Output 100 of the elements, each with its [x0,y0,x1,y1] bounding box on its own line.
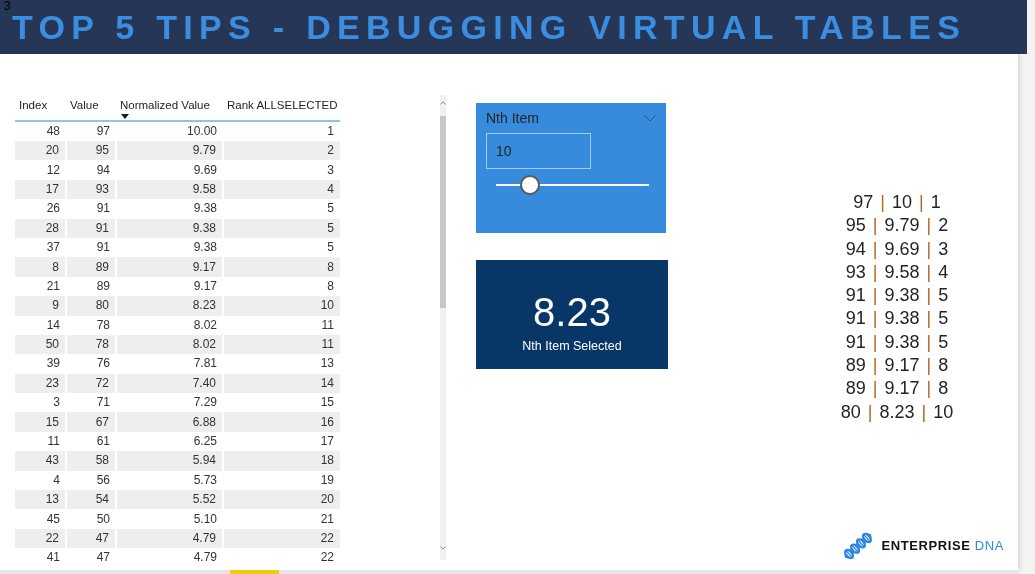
table-cell: 5.52 [116,490,223,510]
table-cell: 13 [15,490,66,510]
table-cell: 89 [66,276,116,297]
table-cell: 20 [223,490,340,510]
table-cell: 9.58 [116,179,223,200]
table-cell: 61 [66,431,116,452]
table-cell: 93 [66,179,116,200]
column-header[interactable]: Normalized Value [120,98,210,112]
table-cell: 9.17 [116,257,223,277]
table-cell: 58 [66,451,116,471]
table-cell: 67 [66,412,116,432]
table-cell: 8 [223,257,340,277]
table-cell: 72 [66,373,116,394]
table-cell: 9.38 [116,218,223,238]
text-line: 93 | 9.58 | 4 [844,260,950,284]
table-cell: 11 [223,334,340,355]
table-cell: 78 [66,334,116,355]
table-cell: 37 [15,237,66,258]
tab-highlight [230,570,279,574]
table-cell: 5 [223,237,340,258]
table-cell: 48 [15,121,66,141]
table-cell: 11 [223,315,340,335]
table-cell: 45 [15,509,66,529]
table-cell: 21 [15,276,66,297]
table-cell: 50 [66,509,116,529]
table-cell: 11 [15,431,66,452]
table-cell: 20 [15,141,66,161]
number-input[interactable]: 10 [486,133,591,169]
logo-text: ENTERPRISE DNA [881,537,1004,556]
text-line: 89 | 9.17 | 8 [844,377,950,401]
table-cell: 4.79 [116,548,223,568]
table-cell: 91 [66,199,116,219]
chevron-down-icon[interactable] [644,114,656,122]
dna-helix-icon [843,532,874,560]
table-cell: 80 [66,296,116,316]
table-cell: 76 [66,354,116,374]
table-cell: 22 [15,528,66,549]
table-cell: 4.79 [116,528,223,549]
table-cell: 14 [15,315,66,335]
table-cell: 12 [15,160,66,180]
table-cell: 10 [223,296,340,316]
table-cell: 56 [66,470,116,491]
table-cell: 28 [15,218,66,238]
chevron-up-icon[interactable] [440,101,446,105]
chevron-down-icon[interactable] [440,546,446,550]
table-cell: 5.10 [116,509,223,529]
text-line: 91 | 9.38 | 5 [844,307,950,331]
slider-thumb[interactable] [519,175,540,195]
table-cell: 15 [223,393,340,413]
column-header[interactable]: Index [19,98,48,112]
table-cell: 4 [15,470,66,491]
table-cell: 8.02 [116,334,223,355]
table-cell: 71 [66,393,116,413]
table-cell: 26 [15,199,66,219]
table-cell: 89 [66,257,116,277]
text-line: 97 | 10 | 1 [852,191,942,214]
table-cell: 47 [66,528,116,549]
kpi-label: Nth Item Selected [521,338,623,354]
table-cell: 10.00 [116,121,223,141]
kpi-value: 8.23 [532,290,612,334]
table-cell: 97 [66,121,116,141]
table-cell: 91 [66,218,116,238]
text-line: 80 | 8.23 | 10 [839,400,955,424]
text-line: 94 | 9.69 | 3 [844,237,950,261]
table-cell: 22 [223,548,340,568]
slicer-title: Nth Item [486,110,539,126]
table-cell: 54 [66,490,116,510]
table-cell: 91 [66,237,116,258]
table-cell: 1 [223,121,340,141]
scrollbar-thumb[interactable] [440,116,446,308]
table-cell: 13 [223,354,340,374]
table-cell: 18 [223,451,340,471]
table-cell: 5 [223,218,340,238]
table-cell: 43 [15,451,66,471]
table-cell: 22 [223,528,340,549]
table-cell: 78 [66,315,116,335]
table-cell: 23 [15,373,66,394]
table-cell: 16 [223,412,340,432]
table-cell: 3 [223,160,340,180]
table-cell: 2 [223,141,340,161]
table-cell: 14 [223,373,340,394]
table-cell: 5.94 [116,451,223,471]
table-cell: 9.38 [116,237,223,258]
page-number: 3 [4,0,11,12]
column-header[interactable]: Rank ALLSELECTED [227,98,338,112]
table-cell: 8.02 [116,315,223,335]
table-cell: 8.23 [116,296,223,316]
table-cell: 9.69 [116,160,223,180]
scrollbar[interactable] [440,95,446,560]
table-cell: 41 [15,548,66,568]
table-cell: 5 [223,199,340,219]
text-line: 95 | 9.79 | 2 [844,214,950,238]
table-cell: 50 [15,334,66,355]
column-header[interactable]: Value [70,98,99,112]
table-cell: 7.40 [116,373,223,394]
table-cell: 9.17 [116,276,223,297]
table-cell: 9 [15,296,66,316]
table-cell: 8 [223,276,340,297]
table-cell: 4 [223,179,340,200]
table-cell: 7.81 [116,354,223,374]
